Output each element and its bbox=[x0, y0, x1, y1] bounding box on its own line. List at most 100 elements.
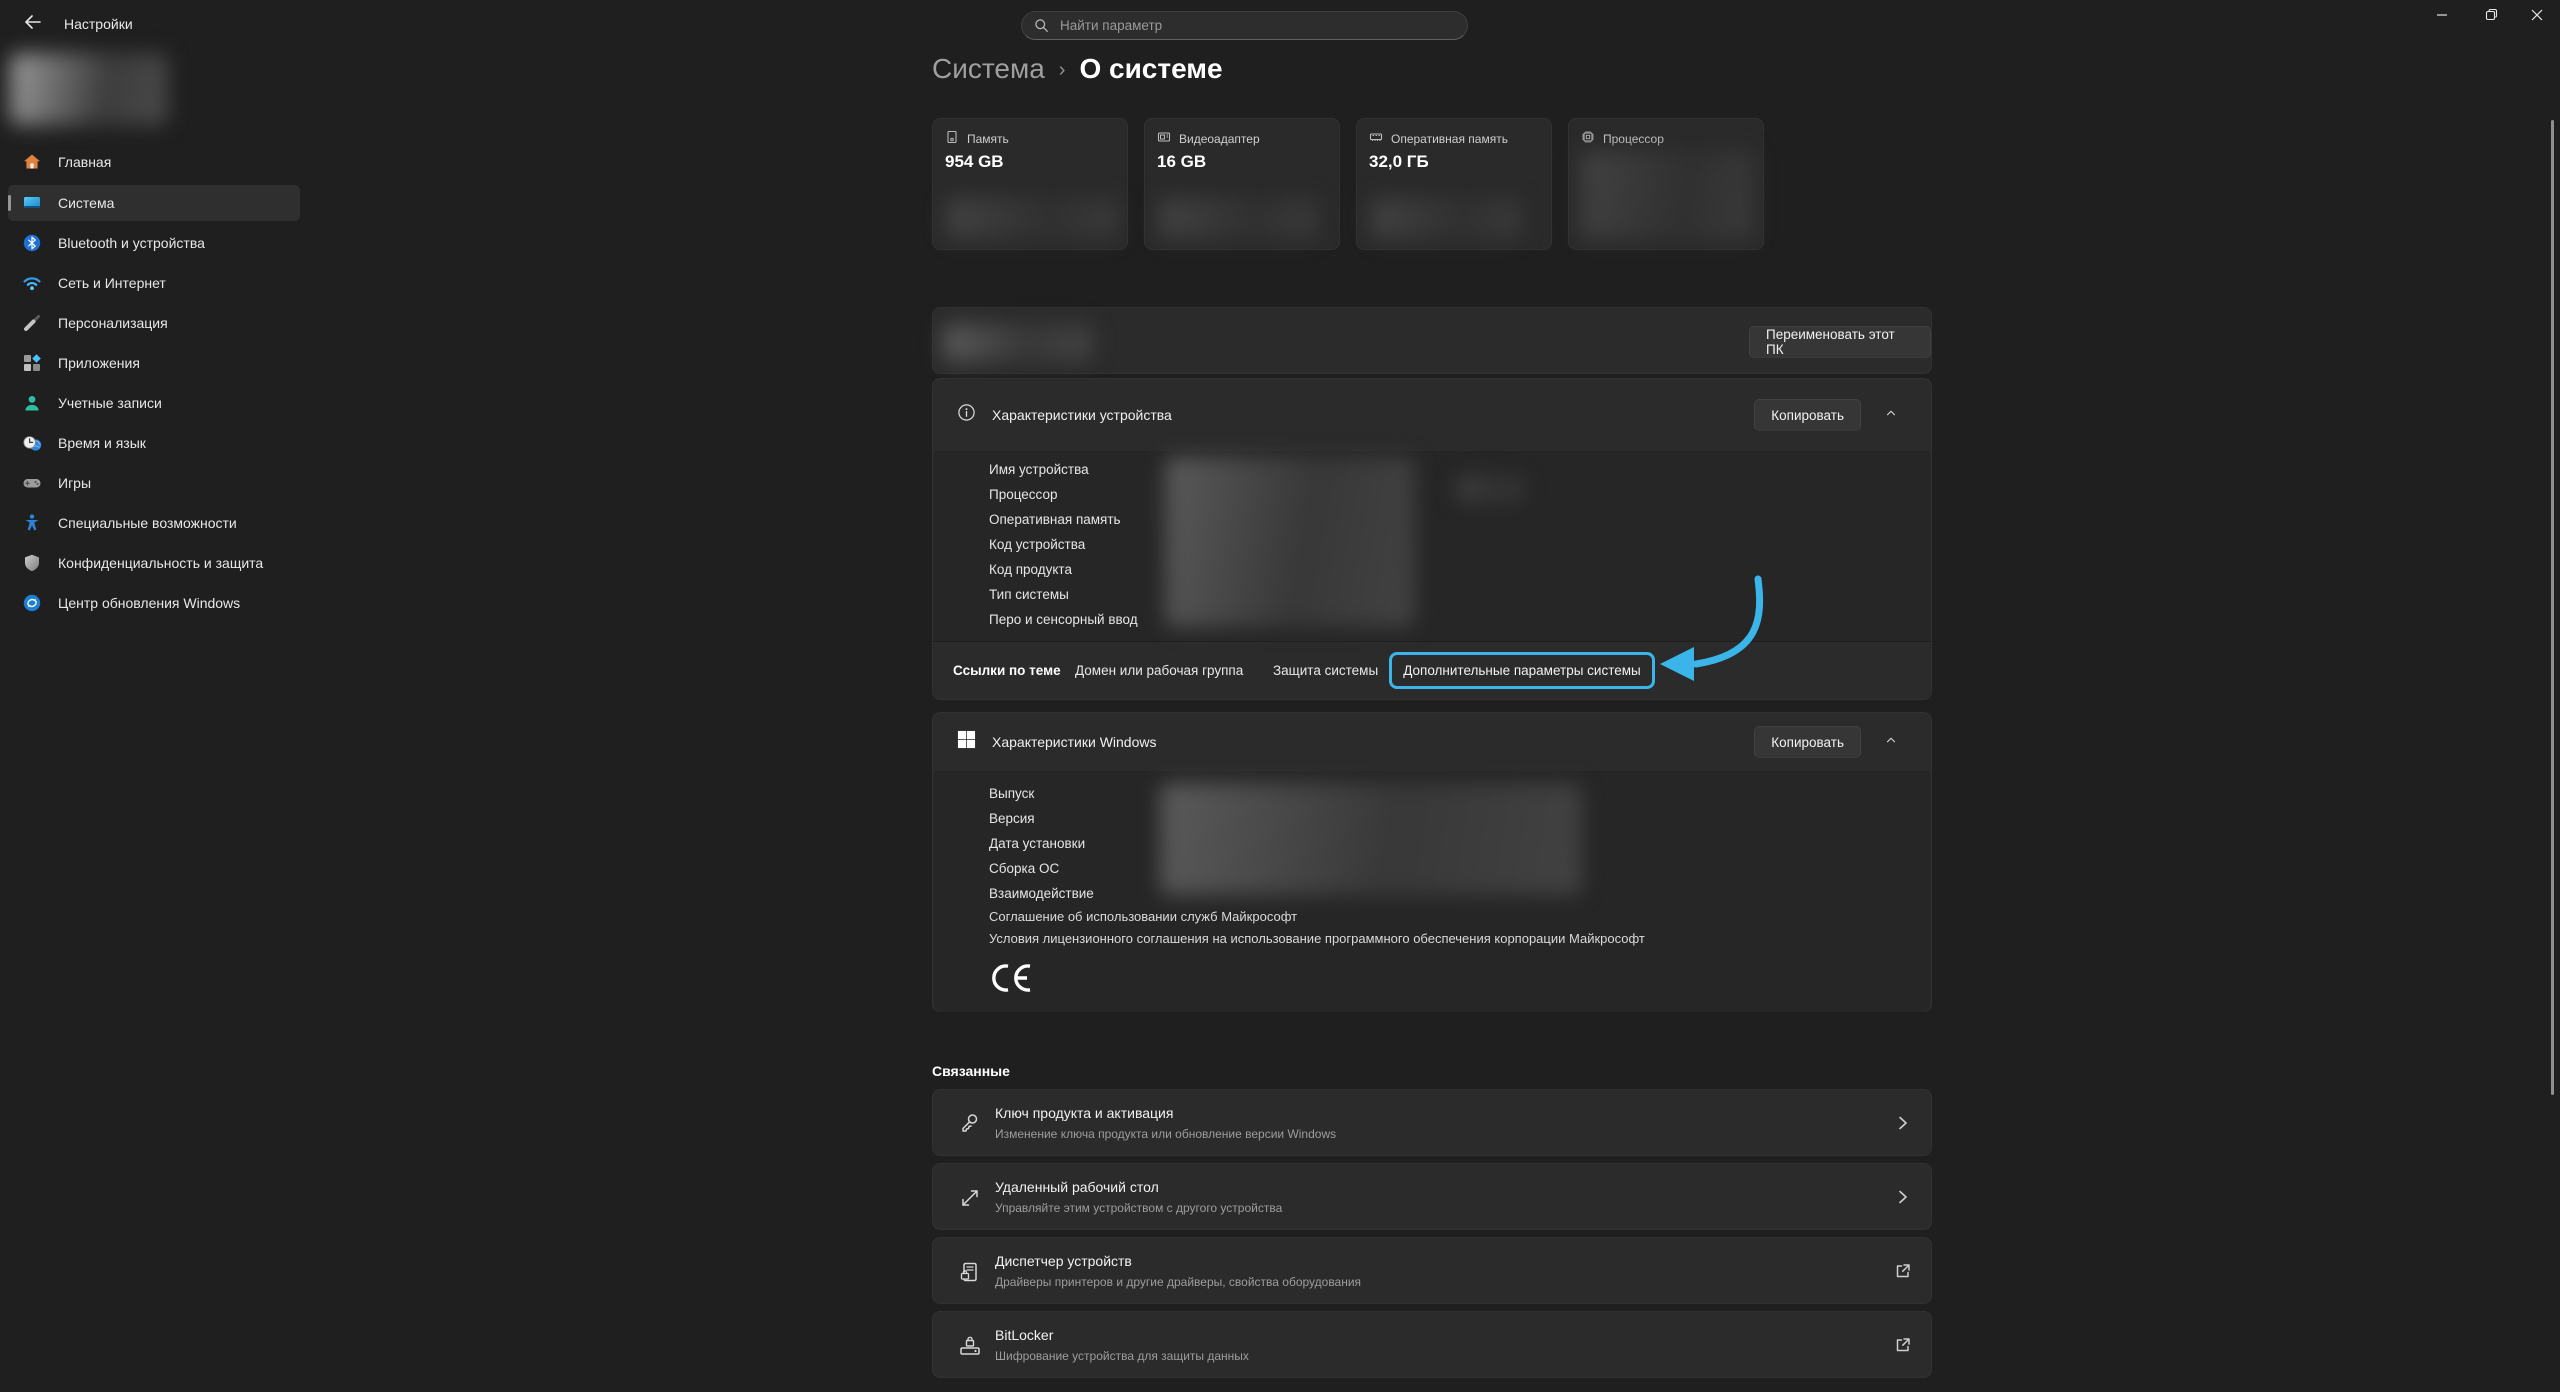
settings-window: Настройки Главная bbox=[0, 0, 2560, 1392]
windows-specs-content: Выпуск Версия Дата установки Сборка ОС В… bbox=[934, 771, 1930, 1012]
sidebar-item-label: Персонализация bbox=[58, 315, 168, 331]
windows-specs-header[interactable]: Характеристики Windows Копировать bbox=[933, 713, 1931, 771]
gpu-icon bbox=[1157, 130, 1171, 147]
sidebar-item-windows-update[interactable]: Центр обновления Windows bbox=[8, 585, 300, 621]
scrollbar-thumb[interactable] bbox=[2551, 120, 2554, 1095]
card-label: Оперативная память bbox=[1391, 132, 1508, 146]
spec-label: Имя устройства bbox=[989, 457, 1138, 482]
redacted-card-detail bbox=[1581, 151, 1753, 239]
search-input[interactable] bbox=[1058, 17, 1455, 34]
related-section-title: Связанные bbox=[932, 1063, 1010, 1079]
chevron-right-icon bbox=[1893, 1113, 1913, 1133]
personalization-icon bbox=[22, 313, 42, 333]
close-button[interactable] bbox=[2514, 0, 2560, 34]
breadcrumb-parent[interactable]: Система bbox=[932, 53, 1045, 85]
spec-label: Взаимодействие bbox=[989, 881, 1094, 906]
sidebar-item-system[interactable]: Система bbox=[8, 185, 300, 221]
section-title: Характеристики устройства bbox=[992, 407, 1172, 423]
related-item-subtitle: Драйверы принтеров и другие драйверы, св… bbox=[995, 1275, 1361, 1289]
sidebar-item-bluetooth[interactable]: Bluetooth и устройства bbox=[8, 225, 300, 261]
card-value: 16 GB bbox=[1157, 152, 1206, 172]
related-item-title: BitLocker bbox=[995, 1327, 1053, 1343]
device-name-panel: Переименовать этот ПК bbox=[932, 307, 1932, 374]
windows-specs-panel: Характеристики Windows Копировать Выпуск… bbox=[932, 712, 1932, 1012]
related-item-device-manager[interactable]: Диспетчер устройств Драйверы принтеров и… bbox=[932, 1237, 1932, 1304]
apps-icon bbox=[22, 353, 42, 373]
device-manager-icon bbox=[957, 1259, 983, 1285]
breadcrumb: Система › О системе bbox=[932, 48, 1223, 90]
device-specs-header[interactable]: Характеристики устройства Копировать bbox=[933, 379, 1931, 451]
ram-icon bbox=[1369, 130, 1383, 147]
minimize-icon bbox=[2436, 8, 2448, 26]
sidebar-item-label: Центр обновления Windows bbox=[58, 595, 240, 611]
sidebar-item-home[interactable]: Главная bbox=[8, 144, 300, 180]
sidebar-item-label: Конфиденциальность и защита bbox=[58, 555, 263, 571]
selected-indicator bbox=[8, 195, 11, 211]
windows-specs-labels: Выпуск Версия Дата установки Сборка ОС В… bbox=[989, 781, 1094, 906]
copy-device-specs-button[interactable]: Копировать bbox=[1754, 399, 1861, 431]
redacted-device-name bbox=[943, 324, 1093, 362]
related-item-subtitle: Управляйте этим устройством с другого ус… bbox=[995, 1201, 1282, 1215]
sidebar-item-time-language[interactable]: Время и язык bbox=[8, 425, 300, 461]
search-box[interactable] bbox=[1021, 11, 1468, 40]
games-icon bbox=[22, 473, 42, 493]
collapse-device-specs-button[interactable] bbox=[1875, 399, 1907, 431]
sidebar-item-label: Система bbox=[58, 195, 114, 211]
related-item-product-key[interactable]: Ключ продукта и активация Изменение ключ… bbox=[932, 1089, 1932, 1156]
related-item-bitlocker[interactable]: BitLocker Шифрование устройства для защи… bbox=[932, 1311, 1932, 1378]
sidebar-item-label: Bluetooth и устройства bbox=[58, 235, 205, 251]
external-link-icon bbox=[1893, 1261, 1913, 1281]
related-item-remote-desktop[interactable]: Удаленный рабочий стол Управляйте этим у… bbox=[932, 1163, 1932, 1230]
title-bar: Настройки bbox=[0, 0, 2560, 48]
spec-label: Дата установки bbox=[989, 831, 1094, 856]
bitlocker-icon bbox=[957, 1333, 983, 1359]
back-arrow-icon bbox=[24, 15, 41, 34]
remote-desktop-icon bbox=[957, 1185, 983, 1211]
redacted-card-detail bbox=[1371, 198, 1521, 239]
cpu-icon bbox=[1581, 130, 1595, 147]
sidebar-item-network[interactable]: Сеть и Интернет bbox=[8, 265, 300, 301]
breadcrumb-separator-icon: › bbox=[1059, 56, 1066, 82]
link-ms-license-terms[interactable]: Условия лицензионного соглашения на испо… bbox=[989, 931, 1645, 946]
sidebar-item-accounts[interactable]: Учетные записи bbox=[8, 385, 300, 421]
device-specs-labels: Имя устройства Процессор Оперативная пам… bbox=[989, 457, 1138, 632]
home-icon bbox=[22, 152, 42, 172]
restore-button[interactable] bbox=[2468, 0, 2514, 34]
collapse-windows-specs-button[interactable] bbox=[1875, 726, 1907, 758]
sidebar-item-personalization[interactable]: Персонализация bbox=[8, 305, 300, 341]
link-domain-or-workgroup[interactable]: Домен или рабочая группа bbox=[1075, 663, 1243, 678]
spec-label: Процессор bbox=[989, 482, 1138, 507]
ce-mark-icon bbox=[991, 963, 1033, 998]
link-system-protection[interactable]: Защита системы bbox=[1273, 663, 1378, 678]
summary-card-storage: Память 954 GB bbox=[932, 118, 1128, 250]
link-label: Дополнительные параметры системы bbox=[1403, 663, 1641, 678]
redacted-card-detail bbox=[946, 198, 1118, 239]
chevron-up-icon bbox=[1884, 733, 1898, 752]
sidebar-item-label: Сеть и Интернет bbox=[58, 275, 166, 291]
link-ms-services-agreement[interactable]: Соглашение об использовании служб Майкро… bbox=[989, 909, 1297, 924]
time-language-icon bbox=[22, 433, 42, 453]
sidebar-item-apps[interactable]: Приложения bbox=[8, 345, 300, 381]
sidebar-item-games[interactable]: Игры bbox=[8, 465, 300, 501]
rename-pc-button[interactable]: Переименовать этот ПК bbox=[1749, 326, 1931, 358]
copy-windows-specs-button[interactable]: Копировать bbox=[1754, 726, 1861, 758]
sidebar-item-label: Время и язык bbox=[58, 435, 146, 451]
spec-label: Версия bbox=[989, 806, 1094, 831]
related-item-title: Удаленный рабочий стол bbox=[995, 1179, 1159, 1195]
accounts-icon bbox=[22, 393, 42, 413]
spec-label: Выпуск bbox=[989, 781, 1094, 806]
sidebar-item-label: Специальные возможности bbox=[58, 515, 237, 531]
back-button[interactable] bbox=[16, 8, 48, 40]
sidebar-item-accessibility[interactable]: Специальные возможности bbox=[8, 505, 300, 541]
minimize-button[interactable] bbox=[2419, 0, 2465, 34]
card-value: 954 GB bbox=[945, 152, 1004, 172]
summary-card-ram: Оперативная память 32,0 ГБ bbox=[1356, 118, 1552, 250]
related-item-title: Диспетчер устройств bbox=[995, 1253, 1132, 1269]
spec-label: Перо и сенсорный ввод bbox=[989, 607, 1138, 632]
sidebar-item-label: Игры bbox=[58, 475, 91, 491]
search-icon bbox=[1034, 18, 1049, 33]
sidebar-item-privacy[interactable]: Конфиденциальность и защита bbox=[8, 545, 300, 581]
redacted-spec-values bbox=[1165, 457, 1415, 627]
link-advanced-system-settings-highlighted[interactable]: Дополнительные параметры системы bbox=[1389, 652, 1655, 689]
app-title: Настройки bbox=[64, 16, 133, 32]
